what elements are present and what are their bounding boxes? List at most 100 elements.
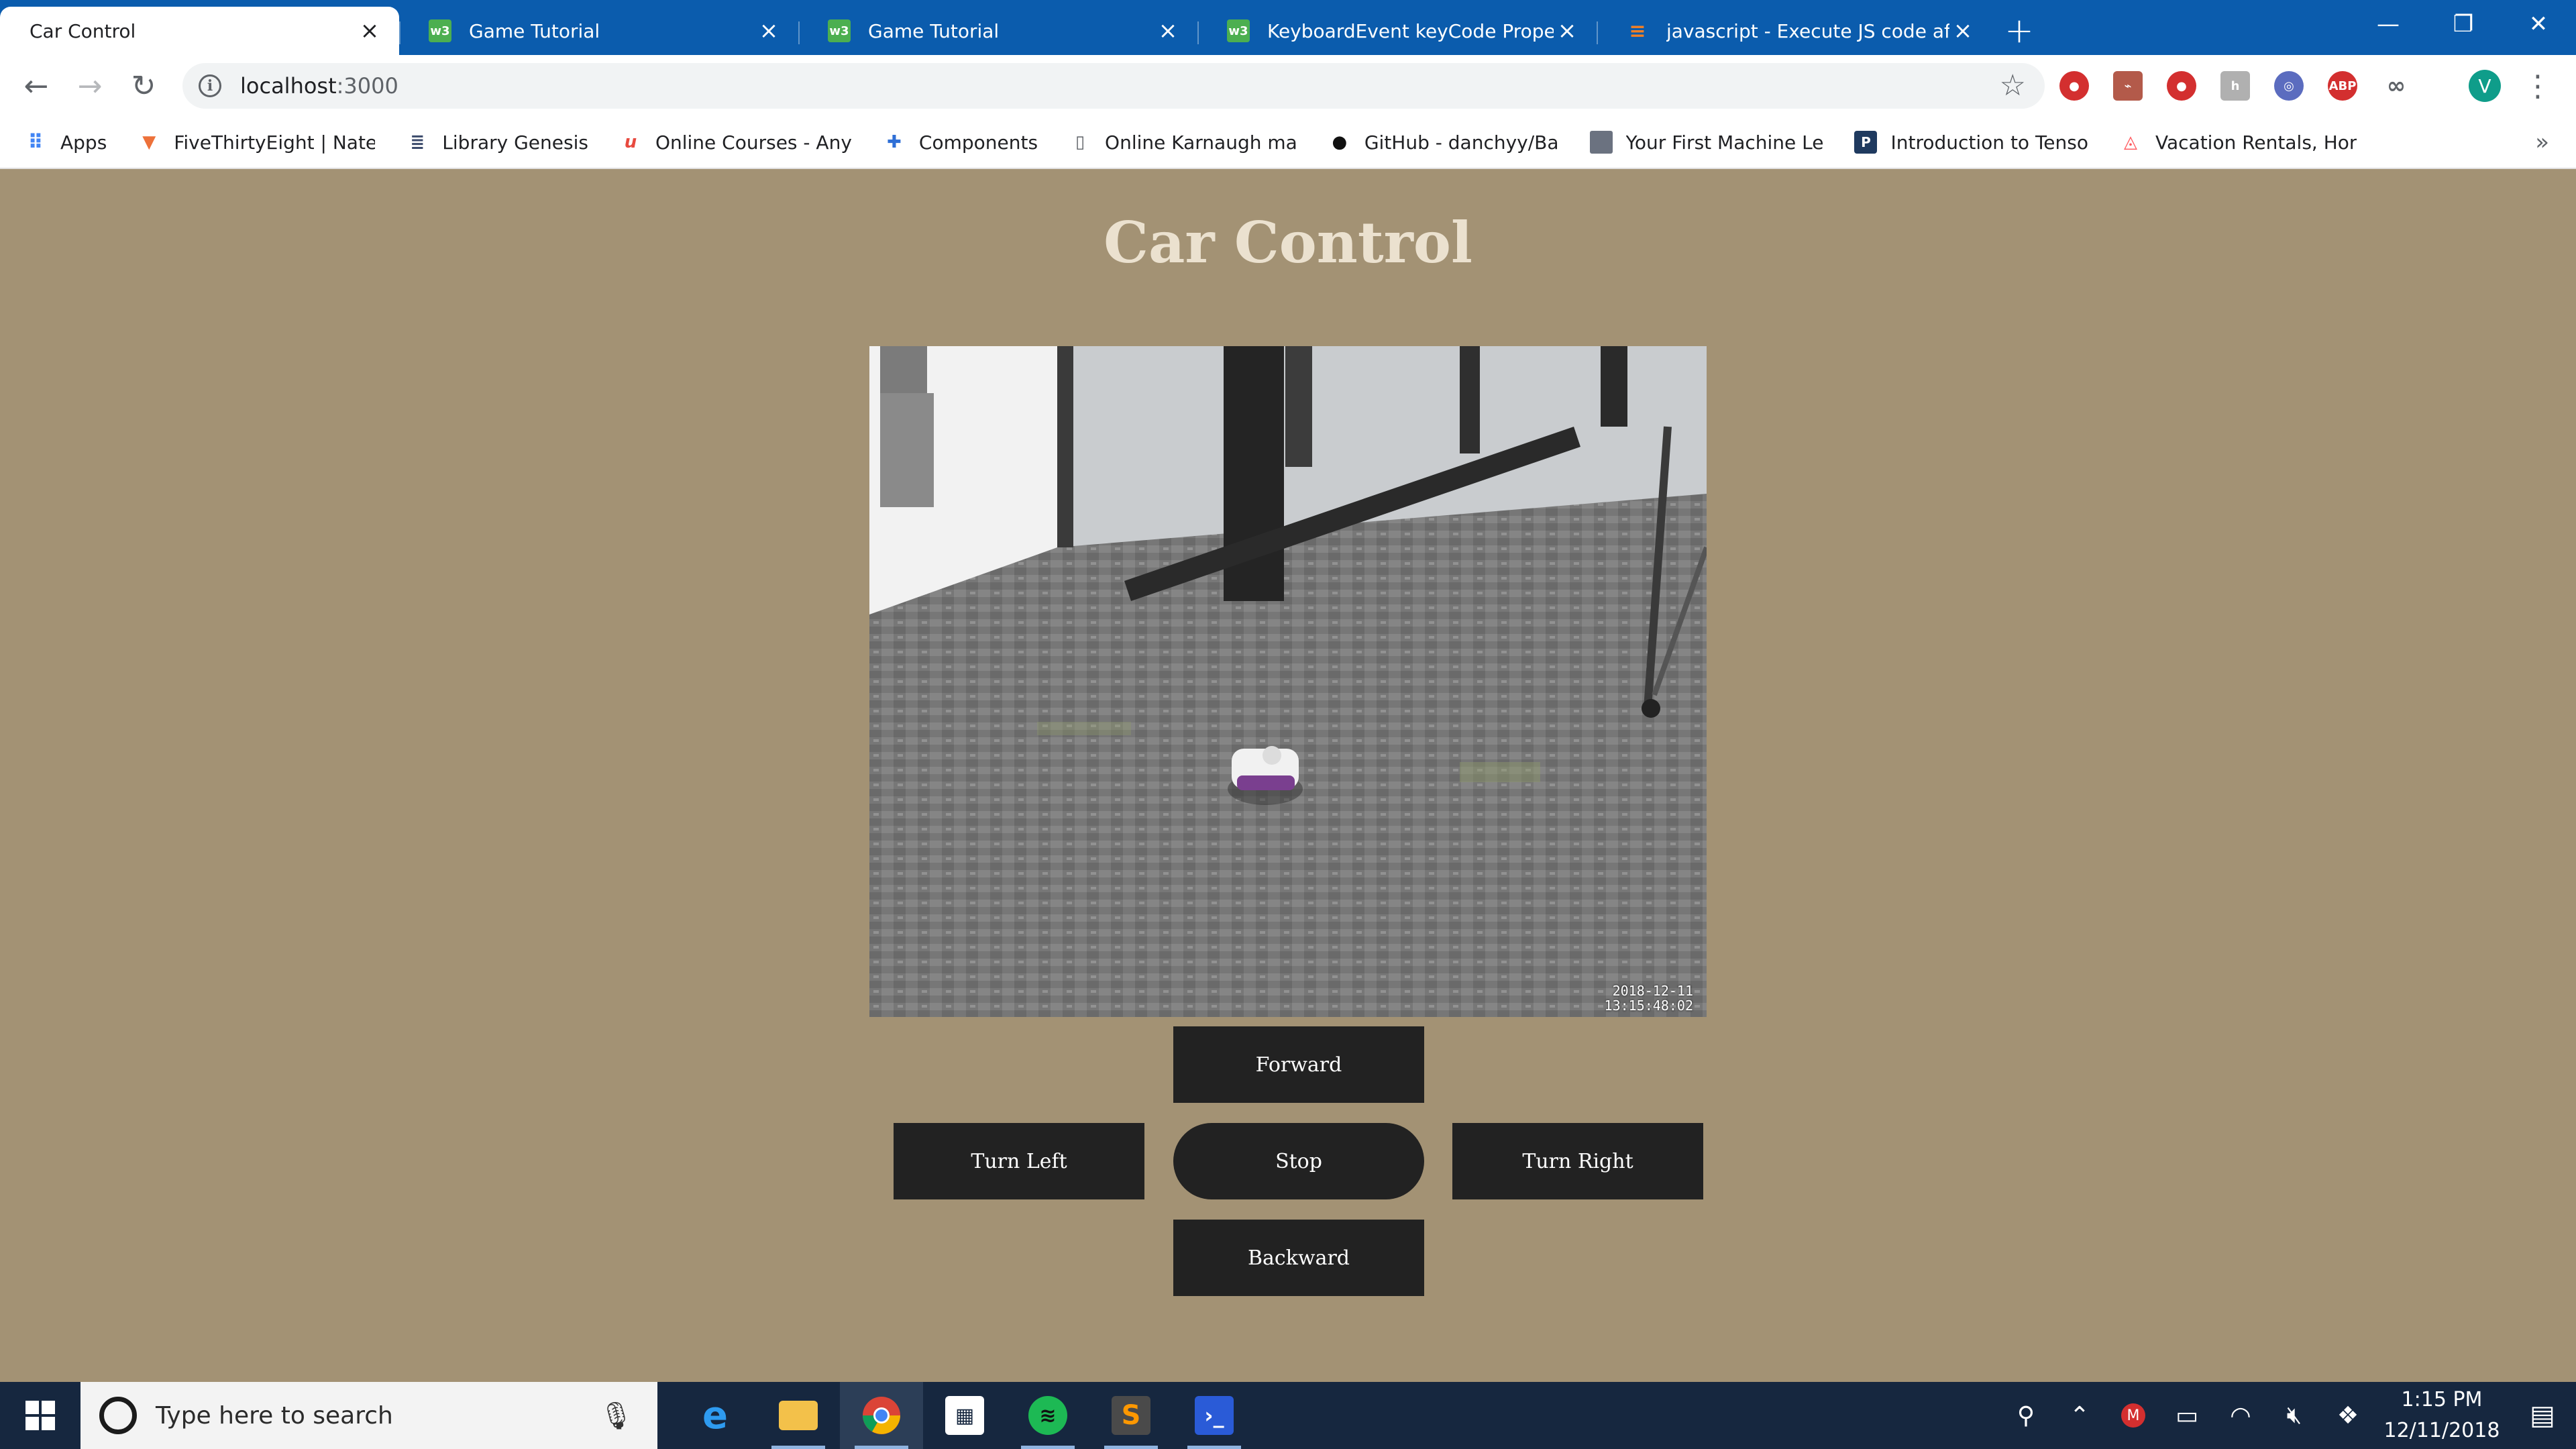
w3schools-icon: w3 (429, 19, 451, 42)
turn-left-button[interactable]: Turn Left (894, 1123, 1144, 1199)
tab-title: Game Tutorial (469, 19, 600, 42)
bookmark-label: Components (918, 131, 1038, 154)
bookmark-label: Vacation Rentals, Hor (2155, 131, 2357, 154)
restore-icon[interactable]: ❐ (2426, 0, 2501, 48)
sublime-text-icon[interactable]: S (1089, 1382, 1173, 1449)
powershell-icon[interactable]: ›_ (1173, 1382, 1256, 1449)
adblock-plus-icon[interactable]: ABP (2328, 71, 2357, 101)
store-icon[interactable]: ▦ (923, 1382, 1006, 1449)
bookmark-apps[interactable]: ⠿ Apps (24, 131, 107, 154)
wifi-icon[interactable]: ◠ (2214, 1382, 2267, 1449)
tracker-extension-icon[interactable]: ∞ (2381, 71, 2411, 101)
library-genesis-icon: ≣ (410, 132, 425, 152)
dropbox-icon[interactable]: ❖ (2321, 1382, 2375, 1449)
tab-title: Game Tutorial (868, 19, 1000, 42)
cortana-icon (99, 1397, 137, 1434)
video-date: 2018-12-11 (1612, 983, 1693, 999)
windows-logo-icon (25, 1401, 55, 1430)
pdf-extension-icon[interactable]: ⌁ (2113, 71, 2143, 101)
address-bar[interactable]: i localhost:3000 ☆ (182, 63, 2045, 109)
forward-button[interactable]: Forward (1173, 1026, 1424, 1103)
bookmark-star-icon[interactable]: ☆ (2000, 70, 2026, 102)
url-text: localhost:3000 (240, 73, 398, 99)
system-tray: ⚲ ⌃ M ▭ ◠ 🔇︎ ❖ 1:15 PM 12/11/2018 ▤ (1999, 1382, 2576, 1449)
close-tab-icon[interactable]: × (356, 17, 383, 44)
bookmark-components[interactable]: ✚ Components (883, 131, 1038, 154)
record-extension-icon[interactable]: ● (2167, 71, 2196, 101)
tab-game-tutorial-2[interactable]: w3 Game Tutorial × (798, 7, 1197, 55)
close-tab-icon[interactable]: × (1155, 17, 1181, 44)
show-hidden-icons-chevron-icon[interactable]: ⌃ (2053, 1382, 2106, 1449)
antivirus-icon[interactable]: M (2106, 1382, 2160, 1449)
hours-extension-icon[interactable]: h (2220, 71, 2250, 101)
profile-avatar[interactable]: V (2469, 70, 2501, 102)
tab-game-tutorial-1[interactable]: w3 Game Tutorial × (399, 7, 798, 55)
record-extension-icon[interactable]: ● (2059, 71, 2089, 101)
github-icon: ● (1332, 132, 1348, 152)
windows-start-icon[interactable] (0, 1382, 80, 1449)
backward-button[interactable]: Backward (1173, 1220, 1424, 1296)
bookmark-label: Library Genesis (442, 131, 588, 154)
url-port: :3000 (336, 73, 398, 99)
lens-extension-icon[interactable]: ◎ (2274, 71, 2304, 101)
back-icon[interactable]: ← (9, 59, 63, 113)
close-tab-icon[interactable]: × (1949, 17, 1976, 44)
battery-icon[interactable]: ▭ (2160, 1382, 2214, 1449)
taskbar-search[interactable]: Type here to search 🎙 (80, 1382, 657, 1449)
tab-title: KeyboardEvent keyCode Property (1267, 19, 1554, 42)
chrome-icon[interactable] (840, 1382, 923, 1449)
microphone-icon[interactable]: 🎙 (599, 1400, 633, 1432)
powershell-glyph: ›_ (1195, 1396, 1234, 1435)
bookmark-label: Your First Machine Le (1625, 131, 1824, 154)
volume-muted-icon[interactable]: 🔇︎ (2267, 1382, 2321, 1449)
menu-kebab-icon[interactable]: ⋮ (2523, 67, 2553, 105)
window-controls: — ❐ ✕ (2351, 0, 2576, 55)
turn-right-button[interactable]: Turn Right (1452, 1123, 1703, 1199)
video-timestamp: 2018-12-11 13:15:48:02 (1605, 983, 1693, 1013)
bookmarks-overflow-icon[interactable]: » (2535, 129, 2549, 156)
extension-icons: ● ⌁ ● h ◎ ABP ∞ (2059, 64, 2435, 107)
minimize-icon[interactable]: — (2351, 0, 2426, 48)
bookmark-label: Online Courses - Any (655, 131, 852, 154)
sublime-glyph: S (1112, 1396, 1150, 1435)
bookmark-fivethirtyeight[interactable]: ▼ FiveThirtyEight | Nate (138, 131, 375, 154)
stackoverflow-icon: ≡ (1629, 19, 1646, 43)
forward-icon[interactable]: → (63, 59, 117, 113)
close-window-icon[interactable]: ✕ (2501, 0, 2576, 48)
file-explorer-icon[interactable] (757, 1382, 840, 1449)
bookmark-library-genesis[interactable]: ≣ Library Genesis (406, 131, 588, 154)
edge-glyph: e (702, 1393, 728, 1438)
store-glyph: ▦ (945, 1396, 984, 1435)
tab-title: javascript - Execute JS code after (1666, 19, 1949, 42)
stop-button[interactable]: Stop (1173, 1123, 1424, 1199)
bookmark-karnaugh[interactable]: ▯ Online Karnaugh ma (1069, 131, 1297, 154)
browser-tab-strip: Car Control × w3 Game Tutorial × w3 Game… (0, 0, 2576, 55)
tab-keyboardevent[interactable]: w3 KeyboardEvent keyCode Property × (1197, 7, 1597, 55)
tab-title: Car Control (30, 19, 136, 42)
people-icon[interactable]: ⚲ (1999, 1382, 2053, 1449)
bookmark-github[interactable]: ● GitHub - danchyy/Ba (1328, 131, 1558, 154)
new-tab-button[interactable]: + (1992, 7, 2046, 55)
bookmark-online-courses[interactable]: u Online Courses - Any (619, 131, 852, 154)
airbnb-icon: ◬ (2124, 132, 2137, 152)
tab-car-control[interactable]: Car Control × (0, 7, 399, 55)
bookmark-label: Apps (60, 131, 107, 154)
bookmark-airbnb[interactable]: ◬ Vacation Rentals, Hor (2119, 131, 2357, 154)
fivethirtyeight-icon: ▼ (142, 132, 156, 152)
windows-taskbar: Type here to search 🎙 e ▦ ≋ S ›_ ⚲ ⌃ M ▭… (0, 1382, 2576, 1449)
page-icon: ▯ (1075, 132, 1085, 152)
reload-icon[interactable]: ↻ (117, 59, 170, 113)
site-info-icon[interactable]: i (199, 74, 221, 97)
close-tab-icon[interactable]: × (1554, 17, 1580, 44)
action-center-icon[interactable]: ▤ (2509, 1382, 2576, 1449)
browser-toolbar: ← → ↻ i localhost:3000 ☆ ● ⌁ ● h ◎ ABP ∞… (0, 55, 2576, 117)
taskbar-clock[interactable]: 1:15 PM 12/11/2018 (2375, 1385, 2509, 1446)
spotify-icon[interactable]: ≋ (1006, 1382, 1089, 1449)
edge-icon[interactable]: e (674, 1382, 757, 1449)
bookmark-first-machine-learning[interactable]: Your First Machine Le (1589, 131, 1824, 154)
chrome-logo-icon (863, 1397, 900, 1434)
close-tab-icon[interactable]: × (755, 17, 782, 44)
page-content: Car Control 2018-12-11 13:15:48:02 Forwa… (0, 169, 2576, 1382)
tab-stackoverflow[interactable]: ≡ javascript - Execute JS code after × (1597, 7, 1992, 55)
bookmark-tensorflow[interactable]: P Introduction to Tenso (1854, 131, 2088, 154)
